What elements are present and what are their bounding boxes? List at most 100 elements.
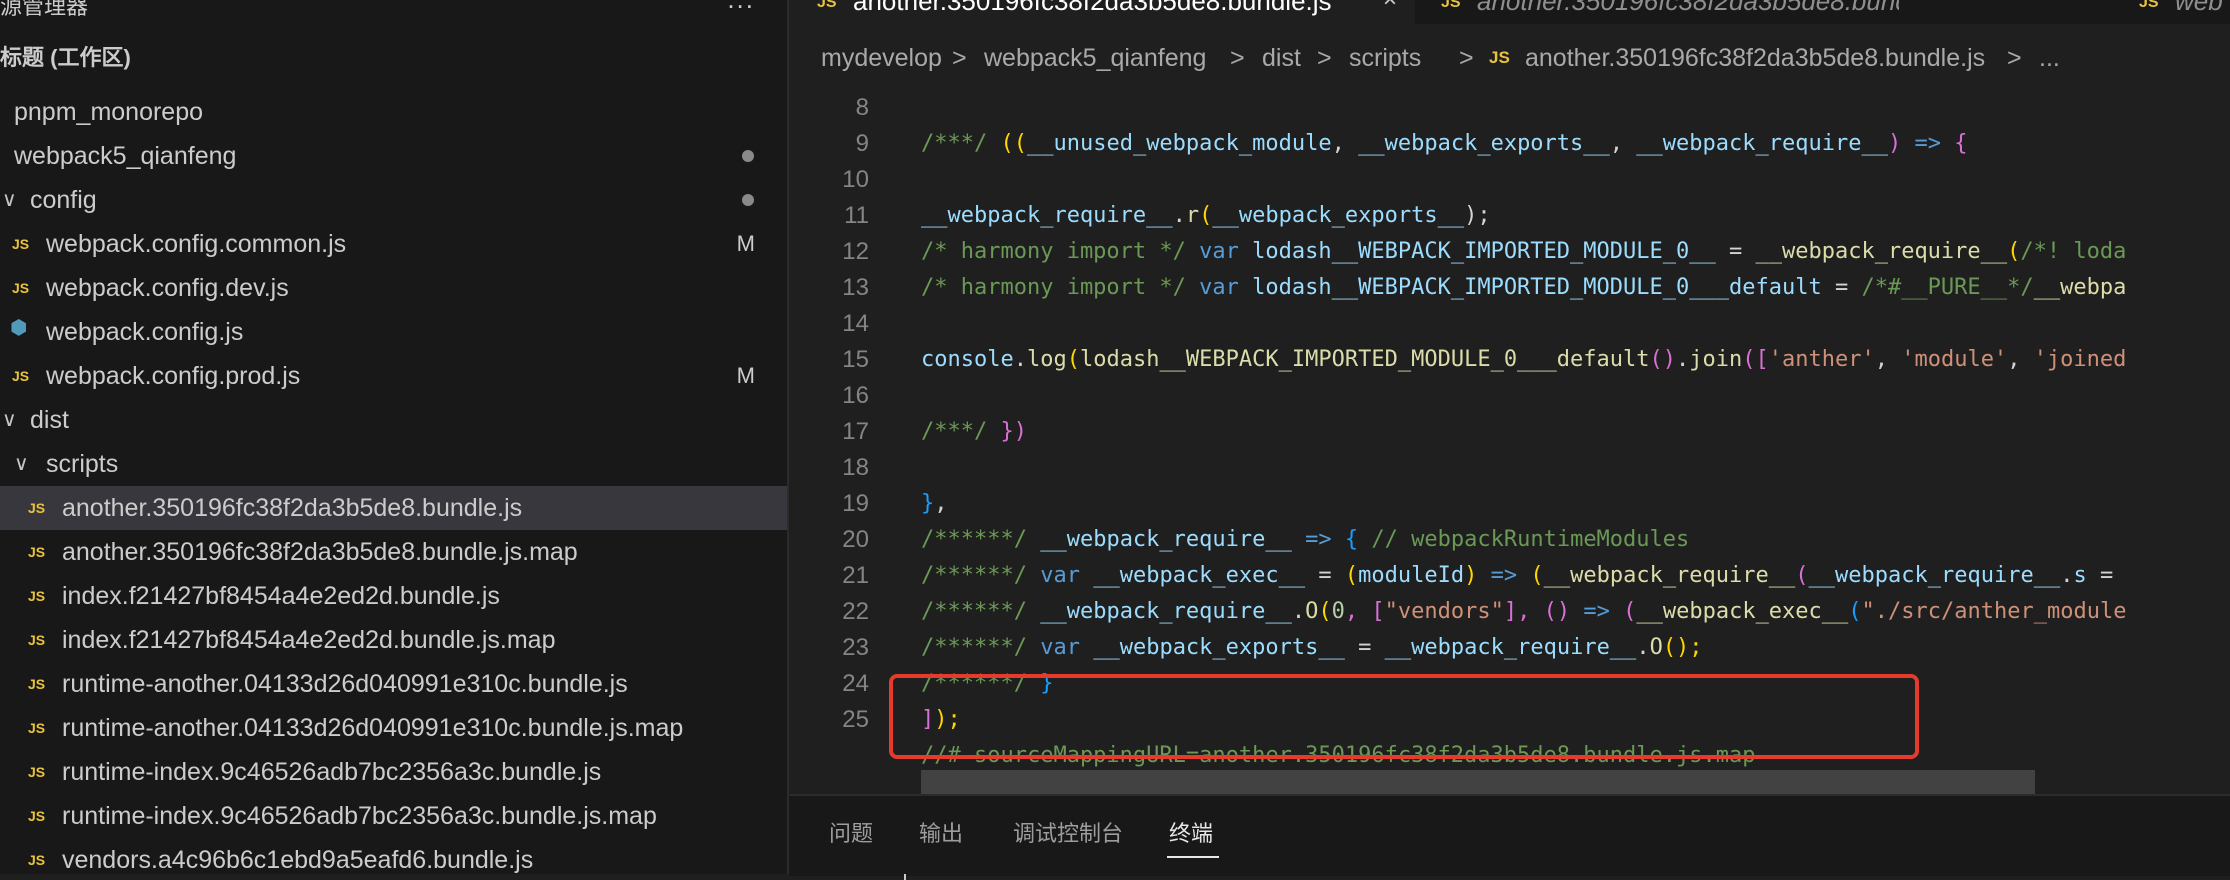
chevron-down-icon: ∨: [2, 409, 17, 431]
git-modified-badge: M: [736, 363, 755, 388]
editor-tab-bar: JS another.350196fc38f2da3b5de8.bundle.j…: [789, 0, 2230, 24]
code-line: 16 /***/ }): [789, 342, 2230, 444]
tree-file-runtime-index-map[interactable]: JS runtime-index.9c46526adb7bc2356a3c.bu…: [0, 794, 787, 838]
tab-another-bundle-js[interactable]: JS another.350196fc38f2da3b5de8.bundle.j…: [789, 0, 1415, 24]
tree-item-label: index.f21427bf8454a4e2ed2d.bundle.js.map: [62, 626, 556, 654]
js-file-icon: JS: [28, 588, 46, 604]
code-view[interactable]: 8 /***/ ((__unused_webpack_module, __web…: [789, 72, 2230, 772]
tab-label: web: [2175, 0, 2223, 16]
js-file-icon: JS: [28, 808, 46, 824]
code-line: 10 __webpack_require__.r(__webpack_expor…: [789, 126, 2230, 228]
code-line: 17: [789, 378, 2230, 445]
tab-terminal[interactable]: 终端: [1169, 816, 1213, 848]
tab-problems[interactable]: 问题: [829, 816, 873, 848]
terminal-cursor: [904, 874, 906, 880]
annotation-highlight-box: [889, 674, 1919, 759]
tree-file-another-bundle-map[interactable]: JS another.350196fc38f2da3b5de8.bundle.j…: [0, 530, 787, 574]
tree-item-label: pnpm_monorepo: [14, 98, 204, 126]
js-file-icon: JS: [2139, 0, 2159, 11]
tree-item-label: runtime-index.9c46526adb7bc2356a3c.bundl…: [62, 802, 657, 830]
tree-file-runtime-another-js[interactable]: JS runtime-another.04133d26d040991e310c.…: [0, 662, 787, 706]
chevron-down-icon: ∨: [2, 189, 17, 211]
tab-another-bundle-map[interactable]: JS another.350196fc38f2da3b5de8.bundle.j…: [1419, 0, 1899, 24]
code-line: 9: [789, 90, 2230, 157]
tree-file-index-bundle-map[interactable]: JS index.f21427bf8454a4e2ed2d.bundle.js.…: [0, 618, 787, 662]
tree-item-label: webpack5_qianfeng: [14, 142, 237, 170]
js-file-icon: JS: [28, 764, 46, 780]
tree-file-webpack-config[interactable]: ⬢ webpack.config.js: [0, 310, 787, 354]
tree-file-runtime-another-map[interactable]: JS runtime-another.04133d26d040991e310c.…: [0, 706, 787, 750]
js-file-icon: JS: [12, 280, 30, 296]
line-number: 25: [842, 706, 869, 733]
horizontal-scrollbar[interactable]: [921, 770, 2035, 794]
tree-file-webpack-config-common[interactable]: JS webpack.config.common.js M: [0, 222, 787, 266]
js-file-icon: JS: [817, 0, 837, 11]
tree-item-label: webpack.config.prod.js: [46, 362, 301, 390]
code-line: 21 /******/ __webpack_require__.O(0, ["v…: [789, 522, 2230, 624]
code-line: 15: [789, 306, 2230, 373]
tree-item-label: dist: [30, 406, 69, 434]
tree-file-vendors-bundle-js[interactable]: JS vendors.a4c96b6c1ebd9a5eafd6.bundle.j…: [0, 838, 787, 874]
tree-folder-dist[interactable]: ∨ dist: [0, 398, 787, 442]
js-file-icon: JS: [28, 544, 46, 560]
tree-item-label: vendors.a4c96b6c1ebd9a5eafd6.bundle.js: [62, 846, 534, 874]
js-file-icon: JS: [12, 236, 30, 252]
close-icon[interactable]: ×: [1383, 0, 1397, 14]
chevron-down-icon: ∨: [14, 453, 29, 475]
tree-file-another-bundle-js[interactable]: JS another.350196fc38f2da3b5de8.bundle.j…: [0, 486, 787, 530]
webpack-config-icon: ⬢: [10, 317, 28, 339]
code-line: 23 /******/ }: [789, 594, 2230, 696]
tree-folder-scripts[interactable]: ∨ scripts: [0, 442, 787, 486]
tree-item-label: another.350196fc38f2da3b5de8.bundle.js.m…: [62, 538, 578, 566]
code-line: 20 /******/ var __webpack_exec__ = (modu…: [789, 486, 2230, 588]
tree-item-label: index.f21427bf8454a4e2ed2d.bundle.js: [62, 582, 500, 610]
tree-item-label: another.350196fc38f2da3b5de8.bundle.js: [62, 494, 523, 522]
explorer-sidebar: 源管理器 ... 标题 (工作区) pnpm_monorepo webpack5…: [0, 0, 789, 874]
js-file-icon: JS: [28, 676, 46, 692]
tree-item-label: runtime-another.04133d26d040991e310c.bun…: [62, 670, 628, 698]
tree-item-label: scripts: [46, 450, 119, 478]
tab-debug-console[interactable]: 调试控制台: [1013, 816, 1123, 848]
js-file-icon: JS: [28, 632, 46, 648]
tree-item-label: webpack.config.dev.js: [46, 274, 289, 302]
code-line: 24 ]);: [789, 630, 2230, 732]
tree-item-label: runtime-another.04133d26d040991e310c.bun…: [62, 714, 684, 742]
code-line: 13: [789, 234, 2230, 301]
code-line: 18 },: [789, 414, 2230, 516]
tree-item-webpack5-qianfeng[interactable]: webpack5_qianfeng: [0, 134, 787, 178]
js-file-icon: JS: [12, 368, 30, 384]
code-line: 8 /***/ ((__unused_webpack_module, __web…: [789, 54, 2230, 156]
tree-file-webpack-config-dev[interactable]: JS webpack.config.dev.js: [0, 266, 787, 310]
code-line: 11 /* harmony import */ var lodash__WEBP…: [789, 162, 2230, 264]
tree-file-runtime-index-js[interactable]: JS runtime-index.9c46526adb7bc2356a3c.bu…: [0, 750, 787, 794]
tree-folder-config[interactable]: ∨ config: [0, 178, 787, 222]
code-line: 12 /* harmony import */ var lodash__WEBP…: [789, 198, 2230, 300]
tree-item-label: config: [30, 186, 97, 214]
tab-label: another.350196fc38f2da3b5de8.bundle.js.m…: [1477, 0, 1899, 16]
modified-dot-icon: [742, 194, 754, 206]
tree-item-label: webpack.config.common.js: [46, 230, 347, 258]
js-file-icon: JS: [28, 852, 46, 868]
tree-item-label: runtime-index.9c46526adb7bc2356a3c.bundl…: [62, 758, 602, 786]
more-actions-icon[interactable]: ...: [727, 0, 755, 15]
workspace-title: 标题 (工作区): [0, 45, 131, 70]
tab-web[interactable]: JS web: [2119, 0, 2230, 24]
active-tab-underline: [1167, 856, 1219, 858]
tab-output[interactable]: 输出: [919, 816, 963, 848]
explorer-header: 源管理器 ...: [0, 0, 787, 20]
js-file-icon: JS: [28, 720, 46, 736]
tab-label: another.350196fc38f2da3b5de8.bundle.js: [853, 0, 1332, 16]
js-file-icon: JS: [1441, 0, 1461, 11]
workspace-section-header[interactable]: 标题 (工作区): [0, 40, 787, 82]
tree-file-webpack-config-prod[interactable]: JS webpack.config.prod.js M: [0, 354, 787, 398]
tree-item-pnpm-monorepo[interactable]: pnpm_monorepo: [0, 90, 787, 134]
bottom-panel: 问题 输出 调试控制台 终端: [789, 794, 2230, 880]
git-modified-badge: M: [736, 231, 755, 256]
code-line: 22 /******/ var __webpack_exports__ = __…: [789, 558, 2230, 660]
js-file-icon: JS: [28, 500, 46, 516]
tree-file-index-bundle-js[interactable]: JS index.f21427bf8454a4e2ed2d.bundle.js: [0, 574, 787, 618]
code-line: 14 console.log(lodash__WEBPACK_IMPORTED_…: [789, 270, 2230, 372]
tree-item-label: webpack.config.js: [46, 318, 244, 346]
code-line: 19 /******/ __webpack_require__ => { // …: [789, 450, 2230, 552]
explorer-title: 源管理器: [0, 0, 89, 19]
